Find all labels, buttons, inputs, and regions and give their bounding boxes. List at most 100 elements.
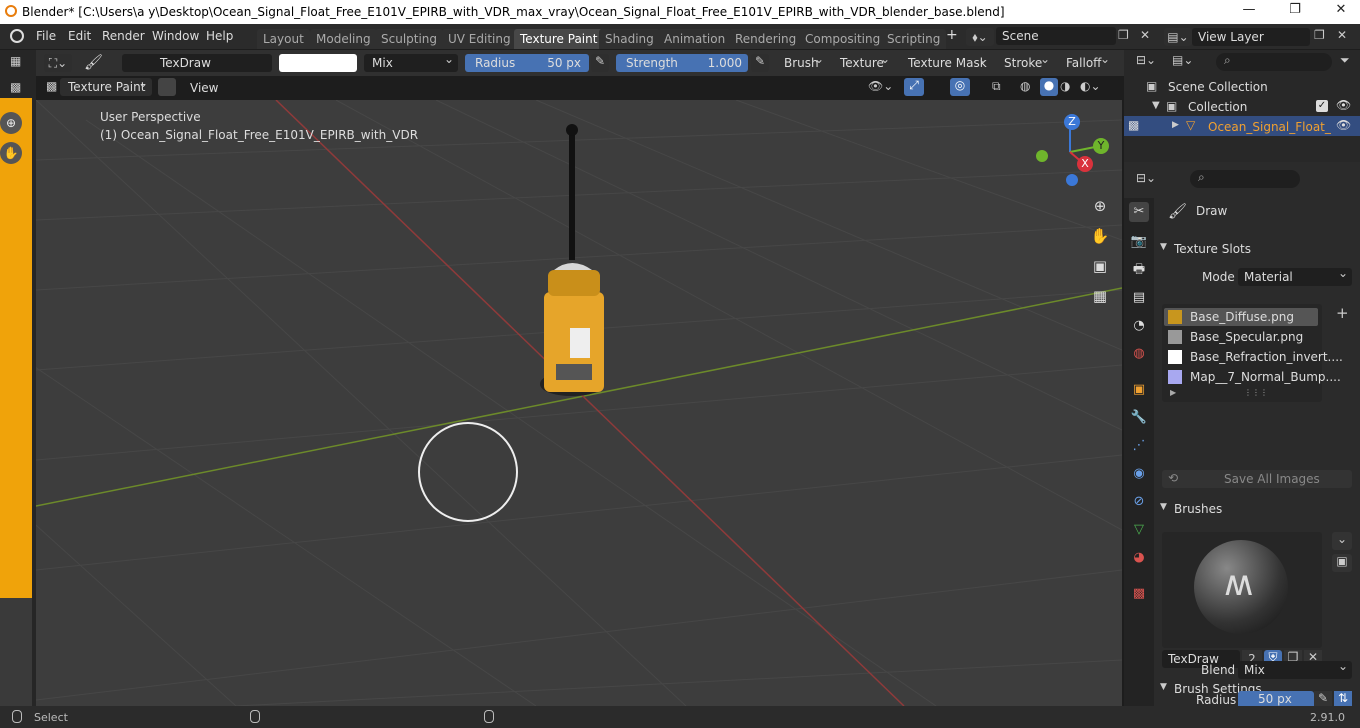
slot-diffuse[interactable]: Base_Diffuse.png xyxy=(1190,310,1294,324)
material-shading-icon[interactable]: ◑ xyxy=(1060,79,1070,93)
physics-tab-icon[interactable]: ◉ xyxy=(1129,464,1149,484)
slot-specular[interactable]: Base_Specular.png xyxy=(1190,330,1303,344)
tab-rendering[interactable]: Rendering xyxy=(729,29,803,49)
radius-unit-toggle-icon[interactable]: ⇅ xyxy=(1334,691,1352,706)
collection-visibility-icon[interactable]: 👁 xyxy=(1336,98,1351,112)
collection-expand-icon[interactable]: ▼ xyxy=(1152,100,1160,111)
tool-settings-toggle-icon[interactable] xyxy=(158,78,176,96)
outliner-search-input[interactable]: ⌕ xyxy=(1216,53,1332,71)
zoom-nav-icon[interactable]: ⊕ xyxy=(0,112,22,134)
slot-refraction[interactable]: Base_Refraction_invert.... xyxy=(1190,350,1343,364)
menu-help[interactable]: Help xyxy=(206,29,233,43)
remove-view-layer-icon[interactable]: ✕ xyxy=(1337,28,1353,44)
tool-tab-icon[interactable]: ✂ xyxy=(1129,202,1149,222)
remove-scene-icon[interactable]: ✕ xyxy=(1140,28,1156,44)
strength-slider[interactable]: Strength 1.000 xyxy=(616,54,748,72)
brush-tool-icon[interactable]: 🖌 xyxy=(84,53,106,73)
data-tab-icon[interactable]: ▽ xyxy=(1129,520,1149,540)
overlay-toggle-icon[interactable]: ◎ xyxy=(950,78,970,96)
solid-shading-icon[interactable]: ● xyxy=(1040,78,1058,96)
tab-layout[interactable]: Layout xyxy=(257,29,310,49)
particles-tab-icon[interactable]: ⋰ xyxy=(1129,436,1149,456)
tab-sculpting[interactable]: Sculpting xyxy=(375,29,444,49)
object-label[interactable]: Ocean_Signal_Float_ xyxy=(1208,120,1331,134)
mode-dropdown[interactable]: Texture Paint xyxy=(60,76,152,96)
save-all-images-row[interactable]: ⟲ Save All Images xyxy=(1162,470,1352,488)
tab-scripting[interactable]: Scripting xyxy=(881,29,947,49)
object-expand-icon[interactable]: ▶ xyxy=(1172,120,1179,130)
scene-tab-icon[interactable]: ◔ xyxy=(1129,316,1149,336)
brushes-header[interactable]: ▼ Brushes xyxy=(1158,500,1354,520)
filter-icon[interactable]: ⏷ xyxy=(1340,53,1350,68)
add-slot-button[interactable]: + xyxy=(1336,304,1349,322)
menu-file[interactable]: File xyxy=(36,29,56,43)
xray-toggle-icon[interactable]: ⧉ xyxy=(992,79,1001,94)
editor-icon-small[interactable]: ▦ xyxy=(10,54,28,72)
gizmo-x[interactable]: X xyxy=(1077,156,1093,172)
view-layer-tab-icon[interactable]: ▤ xyxy=(1129,288,1149,308)
menu-edit[interactable]: Edit xyxy=(68,29,91,43)
camera-view-icon[interactable]: ▣ xyxy=(1088,254,1112,278)
brush-name-field[interactable]: TexDraw xyxy=(122,54,272,72)
texture-slots-header[interactable]: ▼ Texture Slots xyxy=(1158,240,1354,260)
radius-slider[interactable]: Radius 50 px xyxy=(465,54,589,72)
scene-selector-icon[interactable]: ⬧⌄ xyxy=(966,28,994,46)
zoom-icon[interactable]: ⊕ xyxy=(1088,194,1112,218)
grid-projection-icon[interactable]: ▦ xyxy=(1088,284,1112,308)
constraints-tab-icon[interactable]: ⊘ xyxy=(1129,492,1149,512)
radius-pressure-icon[interactable]: ✎ xyxy=(591,54,609,72)
tab-modeling[interactable]: Modeling xyxy=(310,29,377,49)
outliner-editor-icon[interactable]: ⊟⌄ xyxy=(1136,53,1156,67)
list-resize-handle[interactable]: ⋮⋮⋮ xyxy=(1244,388,1268,397)
modifier-tab-icon[interactable]: 🔧 xyxy=(1129,408,1149,428)
gizmo-z[interactable]: Z xyxy=(1064,114,1080,130)
world-tab-icon[interactable]: ◍ xyxy=(1129,344,1149,364)
object-tab-icon[interactable]: ▣ xyxy=(1129,380,1149,400)
pan-nav-icon[interactable]: ✋ xyxy=(0,142,22,164)
radius-setting-slider[interactable]: 50 px xyxy=(1238,691,1314,706)
view-layer-selector-icon[interactable]: ▤⌄ xyxy=(1164,28,1192,46)
tab-uv-editing[interactable]: UV Editing xyxy=(442,29,517,49)
tab-texture-paint[interactable]: Texture Paint xyxy=(514,29,604,49)
render-tab-icon[interactable]: 📷 xyxy=(1129,232,1149,252)
3d-viewport[interactable]: User Perspective (1) Ocean_Signal_Float_… xyxy=(36,100,1122,706)
material-tab-icon[interactable]: ◕ xyxy=(1129,548,1149,568)
strength-pressure-icon[interactable]: ✎ xyxy=(751,54,769,72)
texture-mask-dropdown[interactable]: Texture Mask xyxy=(902,52,992,72)
outliner-display-icon[interactable]: ▤⌄ xyxy=(1172,53,1193,67)
properties-editor-icon[interactable]: ⊟⌄ xyxy=(1136,171,1156,185)
blend-value-dropdown[interactable]: Mix xyxy=(1238,659,1352,679)
color-swatch[interactable] xyxy=(279,54,357,72)
close-button[interactable]: ✕ xyxy=(1334,3,1348,17)
gizmo-toggle-icon[interactable]: ⤢ xyxy=(904,78,924,96)
minimize-button[interactable]: — xyxy=(1242,3,1256,17)
wireframe-shading-icon[interactable]: ◍ xyxy=(1020,79,1030,93)
object-visibility-icon[interactable]: 👁 xyxy=(1336,118,1351,132)
maximize-button[interactable]: ❐ xyxy=(1288,3,1302,17)
new-view-layer-icon[interactable]: ❐ xyxy=(1314,28,1330,44)
gizmo-y[interactable]: Y xyxy=(1093,138,1109,154)
texture-tab-icon[interactable]: ▩ xyxy=(1129,584,1149,604)
scene-collection-label[interactable]: Scene Collection xyxy=(1168,80,1268,94)
new-scene-icon[interactable]: ❐ xyxy=(1118,28,1134,44)
mode-value-dropdown[interactable]: Material xyxy=(1238,266,1352,286)
collection-checkbox[interactable]: ✓ xyxy=(1316,100,1328,112)
blender-menu-icon[interactable] xyxy=(10,29,24,43)
view-menu[interactable]: View xyxy=(190,81,218,95)
scene-name-field[interactable]: Scene xyxy=(996,27,1116,45)
slot-normal-bump[interactable]: Map__7_Normal_Bump.... xyxy=(1190,370,1341,384)
properties-search-input[interactable]: ⌕ xyxy=(1190,170,1300,188)
list-expand-icon[interactable]: ▶ xyxy=(1170,388,1176,397)
blend-mode-dropdown[interactable]: Mix xyxy=(364,52,458,72)
tab-animation[interactable]: Animation xyxy=(658,29,732,49)
tab-shading[interactable]: Shading xyxy=(599,29,660,49)
output-tab-icon[interactable]: 🖶 xyxy=(1129,260,1149,280)
menu-window[interactable]: Window xyxy=(152,29,199,43)
brush-dropdown[interactable]: Brush xyxy=(778,52,828,72)
radius-pressure-toggle-icon[interactable]: ✎ xyxy=(1314,691,1332,706)
stroke-dropdown[interactable]: Stroke xyxy=(998,52,1054,72)
texture-dropdown[interactable]: Texture xyxy=(834,52,894,72)
brush-preview[interactable]: ʍ xyxy=(1162,532,1322,648)
pan-icon[interactable]: ✋ xyxy=(1088,224,1112,248)
rendered-shading-icon[interactable]: ◐⌄ xyxy=(1080,79,1101,93)
